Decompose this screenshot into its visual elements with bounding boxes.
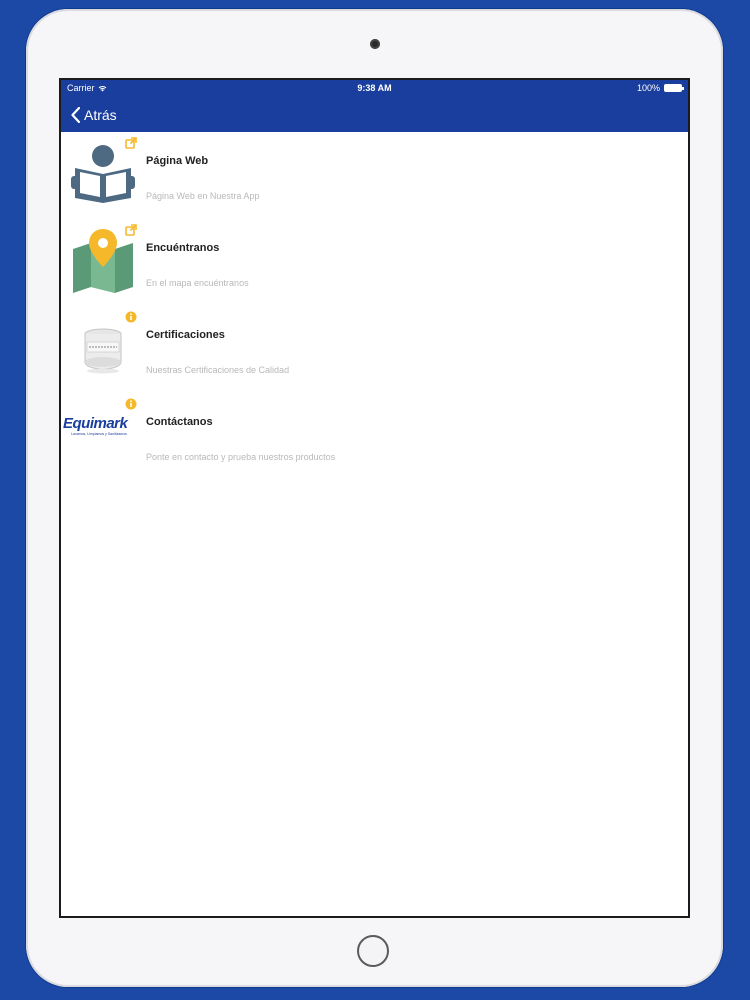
certificate-product-icon [84, 328, 122, 374]
status-right: 100% [636, 83, 684, 93]
menu-list: Página Web Página Web en Nuestra App Enc… [61, 132, 688, 480]
home-button[interactable] [357, 935, 389, 967]
external-link-icon [125, 224, 137, 236]
item-title: Página Web [146, 155, 209, 167]
info-icon [125, 398, 137, 410]
item-title: Contáctanos [146, 416, 213, 428]
chevron-left-icon [71, 107, 80, 123]
back-label: Atrás [84, 107, 117, 123]
back-button[interactable]: Atrás [71, 107, 117, 123]
item-subtitle: Ponte en contacto y prueba nuestros prod… [146, 452, 336, 462]
status-time: 9:38 AM [357, 83, 392, 93]
info-icon [125, 311, 137, 323]
map-pin-icon [73, 229, 133, 293]
front-camera [370, 39, 380, 49]
item-title: Encuéntranos [146, 242, 220, 254]
tablet-frame: Carrier 9:38 AM 100% Atrás Página Web Pá… [26, 9, 723, 987]
equimark-logo: Equimark Lavamos, Limpiamos y Sanitizamo… [63, 415, 135, 449]
item-subtitle: Página Web en Nuestra App [146, 191, 260, 201]
list-item-encuentranos[interactable]: Encuéntranos En el mapa encuéntranos [61, 219, 688, 306]
reader-book-icon [71, 145, 135, 203]
navigation-bar: Atrás [61, 98, 688, 132]
status-bar: Carrier 9:38 AM 100% [61, 80, 688, 98]
app-screen: Carrier 9:38 AM 100% Atrás Página Web Pá… [59, 78, 690, 918]
logo-tagline: Lavamos, Limpiamos y Sanitizamos [71, 432, 127, 436]
battery-percent: 100% [636, 83, 660, 93]
item-subtitle: En el mapa encuéntranos [146, 278, 249, 288]
list-item-contactanos[interactable]: Equimark Lavamos, Limpiamos y Sanitizamo… [61, 393, 688, 480]
list-item-certificaciones[interactable]: Certificaciones Nuestras Certificaciones… [61, 306, 688, 393]
item-title: Certificaciones [146, 329, 225, 341]
logo-wordmark: Equimark [63, 415, 128, 432]
item-subtitle: Nuestras Certificaciones de Calidad [146, 365, 290, 375]
external-link-icon [125, 137, 137, 149]
list-item-pagina-web[interactable]: Página Web Página Web en Nuestra App [61, 132, 688, 219]
battery-icon [664, 84, 684, 92]
